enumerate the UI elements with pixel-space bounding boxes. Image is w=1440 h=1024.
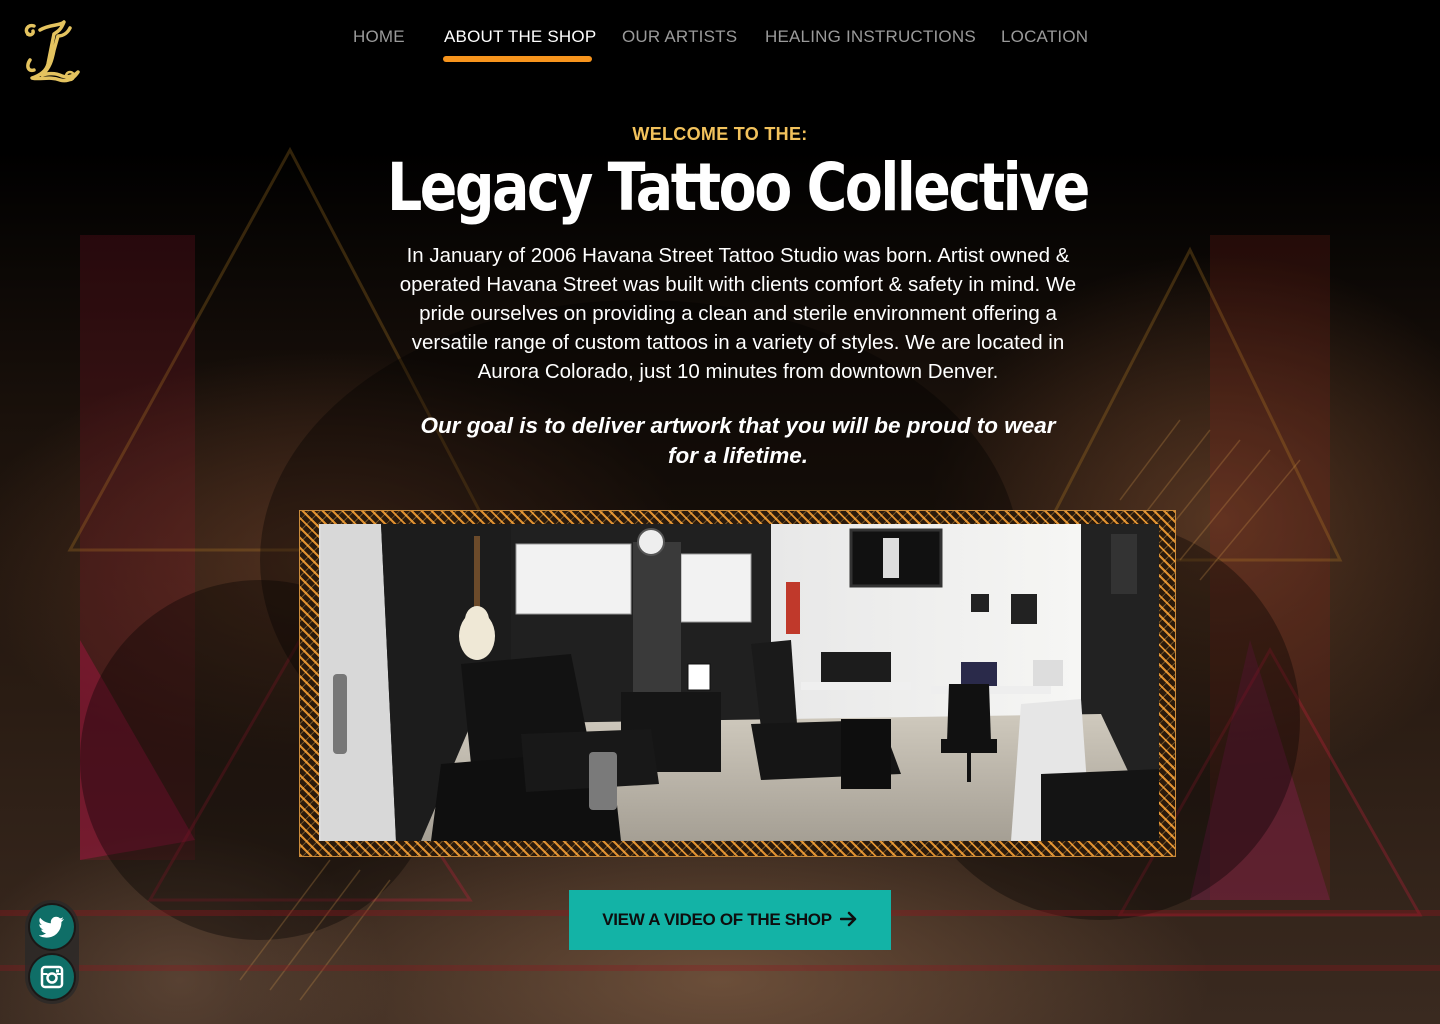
- twitter-icon: [39, 916, 64, 938]
- shop-interior-photo: [319, 524, 1159, 841]
- nav-about-the-shop[interactable]: ABOUT THE SHOP: [444, 26, 596, 48]
- twitter-link[interactable]: [30, 905, 74, 949]
- shop-description: In January of 2006 Havana Street Tattoo …: [399, 244, 1077, 383]
- instagram-icon: [40, 965, 64, 989]
- main-navigation: HOME ABOUT THE SHOP OUR ARTISTS HEALING …: [0, 26, 1440, 66]
- shop-goal-statement: Our goal is to deliver artwork that you …: [420, 413, 1056, 468]
- nav-location[interactable]: LOCATION: [1001, 26, 1088, 48]
- shop-photo-frame: [299, 510, 1176, 857]
- nav-healing-instructions[interactable]: HEALING INSTRUCTIONS: [765, 26, 976, 48]
- social-links: [25, 900, 79, 1004]
- hero-eyebrow: WELCOME TO THE:: [632, 124, 808, 144]
- arrow-right-icon: [839, 911, 858, 931]
- instagram-link[interactable]: [30, 955, 74, 999]
- nav-our-artists[interactable]: OUR ARTISTS: [622, 26, 737, 48]
- active-nav-indicator: [443, 56, 592, 62]
- view-shop-video-button[interactable]: VIEW A VIDEO OF THE SHOP: [569, 890, 891, 950]
- nav-home[interactable]: HOME: [353, 26, 405, 48]
- view-shop-video-label: VIEW A VIDEO OF THE SHOP: [602, 910, 832, 929]
- page-title: Legacy Tattoo Collective: [386, 149, 1090, 226]
- shop-interior-illustration: [321, 524, 1159, 841]
